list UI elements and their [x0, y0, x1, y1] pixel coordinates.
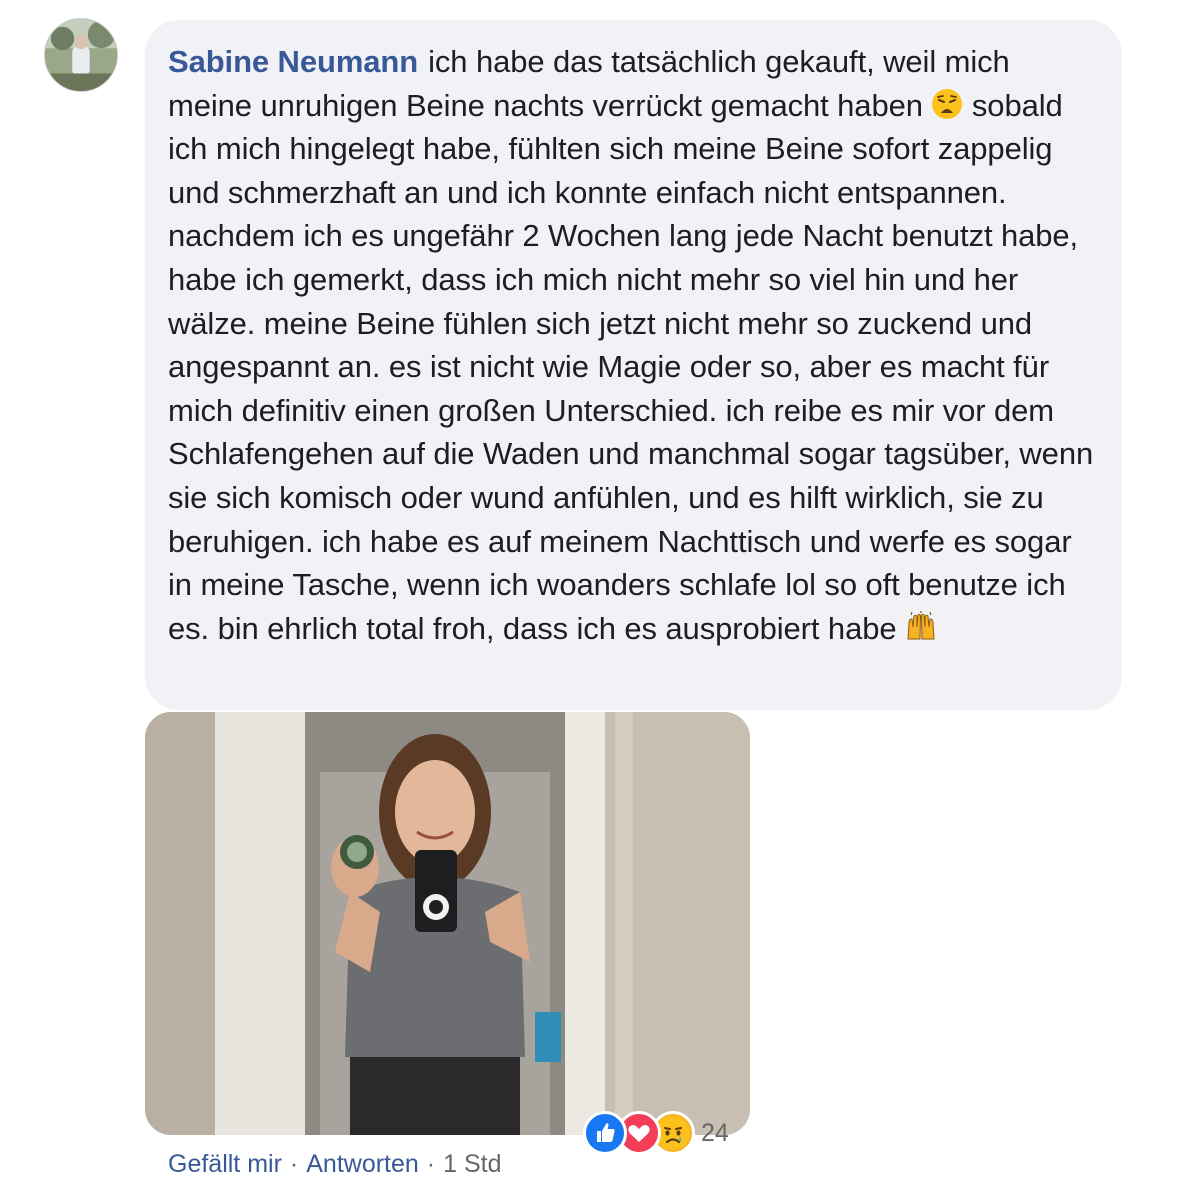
comment-bubble: Sabine Neumann ich habe das tatsächlich g…	[145, 20, 1122, 710]
comment-body: Sabine Neumann ich habe das tatsächlich g…	[168, 40, 1096, 650]
reaction-summary[interactable]: 24	[583, 1110, 729, 1156]
reply-button[interactable]: Antworten	[306, 1150, 419, 1179]
weary-face-icon	[931, 88, 963, 120]
avatar[interactable]	[44, 18, 118, 92]
comment-text-part2: sobald ich mich hingelegt habe, fühlten …	[168, 87, 1094, 646]
separator-dot: ·	[426, 1150, 436, 1178]
reaction-count: 24	[701, 1118, 729, 1147]
comment-photo[interactable]	[145, 712, 750, 1135]
comment-thread: Sabine Neumann ich habe das tatsächlich g…	[0, 0, 1200, 1200]
like-icon	[583, 1111, 627, 1155]
author-name[interactable]: Sabine Neumann	[168, 44, 418, 79]
like-button[interactable]: Gefällt mir	[168, 1150, 282, 1179]
comment-actions: Gefällt mir · Antworten · 1 Std	[168, 1150, 502, 1179]
raising-hands-icon	[905, 610, 937, 643]
separator-dot: ·	[289, 1150, 299, 1178]
timestamp[interactable]: 1 Std	[443, 1150, 501, 1179]
